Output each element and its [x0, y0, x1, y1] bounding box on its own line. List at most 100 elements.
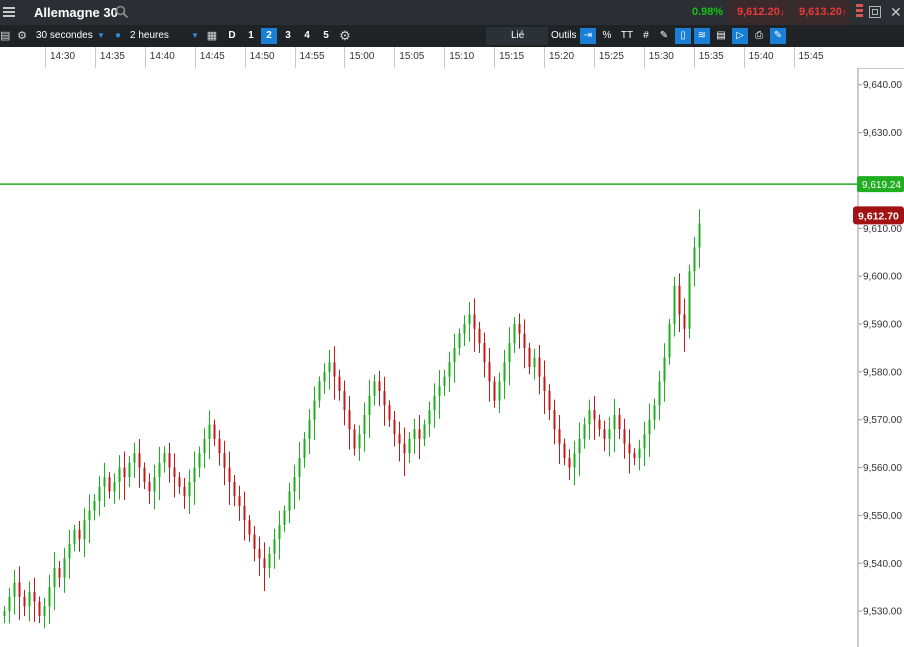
candle-down — [178, 477, 181, 487]
line-chart-tool-icon[interactable]: ≋ — [694, 28, 710, 44]
restore-window-icon[interactable] — [869, 6, 881, 18]
candle-down — [108, 477, 111, 492]
candle-up — [668, 324, 671, 358]
hamburger-menu-icon[interactable] — [3, 7, 15, 18]
period-button-3[interactable]: 3 — [280, 28, 296, 44]
time-tick-label: 14:40 — [144, 47, 195, 68]
linked-label: Lié — [511, 30, 525, 41]
draw-settings-icon[interactable]: ✎ — [770, 28, 786, 44]
candle-up — [413, 429, 416, 439]
lock-icon[interactable]: ● — [115, 25, 121, 47]
period-button-5[interactable]: 5 — [318, 28, 334, 44]
time-tick-label: 15:25 — [593, 47, 644, 68]
period-button-1[interactable]: 1 — [243, 28, 259, 44]
close-icon[interactable]: ✕ — [890, 0, 902, 25]
interval-value: 30 secondes — [36, 30, 93, 41]
interval-select[interactable]: 30 secondes ▼ — [33, 27, 107, 45]
pencil-tool-icon[interactable]: ✎ — [656, 28, 672, 44]
bars-tool-icon[interactable]: ▤ — [713, 28, 729, 44]
candle-down — [398, 434, 401, 444]
candlestick-tool-icon[interactable]: ▯ — [675, 28, 691, 44]
candle-up — [73, 529, 76, 545]
candle-down — [528, 347, 531, 368]
candle-down — [148, 481, 151, 492]
chart-settings-gear-icon[interactable]: ⚙ — [338, 25, 352, 47]
candle-up — [3, 611, 6, 616]
drag-handle-icon[interactable] — [856, 4, 863, 20]
time-tick-label: 15:10 — [444, 47, 494, 68]
candle-up — [268, 553, 271, 569]
price-tick-label: 9,590.00 — [863, 320, 902, 331]
candle-down — [38, 601, 41, 616]
candle-up — [93, 501, 96, 511]
price-tick-label: 9,570.00 — [863, 415, 902, 426]
candle-up — [208, 424, 211, 439]
candle-up — [588, 410, 591, 425]
buy-price: 9,613.20 — [799, 6, 842, 18]
candle-up — [663, 357, 666, 382]
candle-down — [33, 591, 36, 602]
search-icon[interactable] — [115, 5, 129, 19]
linked-button[interactable]: Lié — [486, 27, 548, 45]
period-button-d[interactable]: D — [224, 28, 240, 44]
grid-tool-icon[interactable]: # — [638, 28, 654, 44]
candle-up — [448, 362, 451, 377]
candle-down — [168, 453, 171, 468]
candle-down — [473, 314, 476, 329]
percent-tool[interactable]: % — [599, 28, 615, 44]
change-percent: 0.98% — [692, 6, 724, 18]
period-button-2[interactable]: 2 — [261, 28, 277, 44]
candle-down — [553, 410, 556, 430]
settings-gear-icon[interactable]: ⚙ — [15, 25, 29, 47]
price-tick-label: 9,600.00 — [863, 272, 902, 283]
candle-up — [428, 410, 431, 425]
down-arrow-icon: ↓ — [780, 7, 785, 17]
candle-down — [628, 443, 631, 454]
text-tool[interactable]: TT — [618, 28, 636, 44]
candle-up — [293, 477, 296, 492]
candle-up — [658, 381, 661, 406]
candle-down — [238, 496, 241, 506]
list-icon[interactable]: ▤ — [0, 25, 10, 47]
calendar-icon[interactable]: ▦ — [205, 25, 219, 47]
price-tick-label: 9,550.00 — [863, 511, 902, 522]
candle-up — [608, 429, 611, 439]
candle-down — [488, 362, 491, 382]
candle-down — [403, 443, 406, 454]
candle-down — [183, 486, 186, 497]
time-tick-label: 14:55 — [294, 47, 345, 68]
candle-down — [548, 390, 551, 411]
candle-down — [78, 529, 81, 540]
candle-down — [568, 457, 571, 468]
candle-up — [53, 568, 56, 588]
buy-price-box[interactable]: 9,613.20 ↑ — [790, 0, 850, 25]
candle-up — [88, 510, 91, 521]
candle-up — [198, 453, 201, 468]
candle-up — [578, 438, 581, 454]
candle-down — [243, 505, 246, 521]
candle-up — [43, 606, 46, 616]
candle-down — [633, 453, 636, 458]
candle-down — [228, 467, 231, 482]
range-select[interactable]: 2 heures ▼ — [127, 27, 203, 45]
candle-up — [613, 414, 616, 430]
time-tick-label: 15:20 — [544, 47, 594, 68]
candle-up — [638, 448, 641, 458]
label-tool-icon[interactable]: ▷ — [732, 28, 748, 44]
candle-up — [318, 381, 321, 401]
period-button-4[interactable]: 4 — [299, 28, 315, 44]
candle-up — [328, 362, 331, 372]
print-icon[interactable]: ⎙ — [751, 28, 767, 44]
crosshair-tool-icon[interactable]: ⇥ — [580, 28, 596, 44]
candle-up — [48, 587, 51, 607]
instrument-title: Allemagne 30 — [34, 5, 118, 20]
candle-up — [13, 582, 16, 597]
candle-down — [143, 467, 146, 482]
candle-up — [468, 314, 471, 325]
price-chart[interactable]: 9,530.00 9,540.00 9,550.00 9,560.00 9,570.00… — [0, 68, 904, 647]
candle-up — [463, 324, 466, 334]
candle-down — [383, 390, 386, 406]
candle-up — [158, 462, 161, 478]
sell-price-box[interactable]: 9,612.20 ↓ — [728, 0, 788, 25]
time-tick-label: 15:30 — [643, 47, 694, 68]
